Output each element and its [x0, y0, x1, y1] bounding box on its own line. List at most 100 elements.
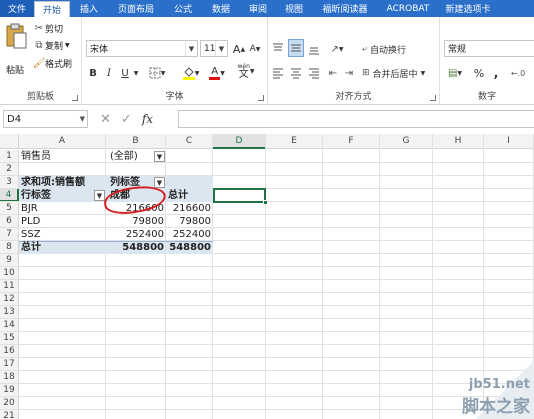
bold-button[interactable]: B [86, 64, 100, 82]
align-top-icon [273, 43, 283, 51]
watermark-name: 脚本之家 [462, 397, 530, 417]
insert-function-icon[interactable]: fx [142, 112, 153, 126]
cancel-icon[interactable]: ✕ [100, 112, 111, 127]
formula-input[interactable] [178, 110, 534, 128]
percent-style-button[interactable]: % [472, 64, 486, 82]
cell-C6[interactable]: 79800 [166, 215, 213, 228]
tab-new-tab[interactable]: 新建选项卡 [438, 0, 498, 17]
column-header-i[interactable]: I [484, 134, 534, 149]
watermark-site: jb51.net [468, 377, 530, 392]
column-header-f[interactable]: F [323, 134, 380, 149]
cell-A6[interactable]: PLD [19, 215, 106, 228]
column-gridline [322, 134, 323, 419]
underline-dropdown[interactable]: ▼ [132, 64, 140, 82]
cell-C5[interactable]: 216600 [166, 202, 213, 215]
chevron-down-icon: ▼ [133, 69, 139, 77]
cell-A4[interactable]: 行标签 [19, 189, 106, 202]
increase-font-size-button[interactable]: A ▲ [232, 40, 246, 58]
ribbon-tab-bar: 文件 开始 插入 页面布局 公式 数据 审阅 视图 福昕阅读器 ACROBAT … [0, 0, 534, 17]
column-header-a[interactable]: A [19, 134, 106, 149]
column-header-b[interactable]: B [106, 134, 166, 149]
cell-A8[interactable]: 总计 [19, 241, 106, 254]
align-left-icon [273, 68, 283, 79]
fill-handle[interactable] [263, 200, 268, 205]
tab-home[interactable]: 开始 [34, 1, 70, 17]
orientation-button[interactable]: ↗ ▼ [326, 40, 348, 58]
align-bottom-button[interactable] [306, 40, 322, 58]
increase-indent-button[interactable]: ⇥ [342, 64, 356, 82]
font-name-select[interactable]: 宋体 ▼ [86, 40, 198, 57]
borders-button[interactable]: ▼ [146, 64, 168, 82]
italic-button[interactable]: I [102, 64, 116, 82]
format-painter-button[interactable]: 🖌 格式刷 [33, 57, 72, 70]
tab-review[interactable]: 审阅 [240, 0, 276, 17]
clipboard-group-label: 剪贴板 [26, 92, 54, 102]
font-launcher-icon[interactable] [258, 95, 264, 101]
row-gridline [0, 383, 534, 384]
row-gridline [0, 331, 534, 332]
active-cell-selection[interactable] [213, 188, 266, 203]
select-all-corner[interactable] [0, 134, 19, 149]
cell-C7[interactable]: 252400 [166, 228, 213, 241]
copy-button[interactable]: ⧉ 复制 ▼ [33, 39, 69, 52]
align-bottom-icon [309, 47, 319, 55]
tab-formulas[interactable]: 公式 [164, 0, 202, 17]
paste-button[interactable]: 粘贴 [4, 21, 28, 76]
formula-bar: D4 ▼ ✕ ✓ fx [0, 108, 534, 130]
font-size-select[interactable]: 11 ▼ [200, 40, 228, 57]
tab-insert[interactable]: 插入 [70, 0, 108, 17]
text-orientation-icon: ↗ [330, 43, 339, 55]
alignment-launcher-icon[interactable] [430, 95, 436, 101]
align-center-button[interactable] [288, 64, 304, 82]
column-header-c[interactable]: C [166, 134, 213, 149]
chevron-down-icon: ▼ [79, 115, 85, 123]
column-label-filter-icon[interactable]: ▼ [154, 177, 165, 188]
enter-icon[interactable]: ✓ [121, 112, 132, 127]
tab-foxit-reader[interactable]: 福昕阅读器 [312, 0, 378, 17]
outdent-icon: ⇤ [328, 67, 338, 79]
phonetic-guide-button[interactable]: wén 文 ▼ [234, 62, 258, 80]
align-left-button[interactable] [270, 64, 286, 82]
merge-center-button[interactable]: ⊞ 合并后居中 ▼ [362, 64, 438, 82]
cell-B7[interactable]: 252400 [106, 228, 166, 241]
row-header-21[interactable]: 21 [0, 410, 19, 419]
column-header-h[interactable]: H [433, 134, 484, 149]
tab-acrobat[interactable]: ACROBAT [378, 0, 438, 17]
align-right-button[interactable] [306, 64, 322, 82]
tab-data[interactable]: 数据 [202, 0, 240, 17]
align-top-button[interactable] [270, 40, 286, 58]
font-color-button[interactable]: A ▼ [206, 64, 228, 82]
column-header-g[interactable]: G [380, 134, 433, 149]
filter-dropdown-icon[interactable]: ▼ [154, 151, 165, 162]
wrap-text-button[interactable]: ⤶ 自动换行 [362, 40, 434, 58]
tab-view[interactable]: 视图 [276, 0, 312, 17]
column-header-d[interactable]: D [213, 134, 266, 149]
cell-A1[interactable]: 销售员 [19, 150, 106, 163]
tab-page-layout[interactable]: 页面布局 [108, 0, 164, 17]
underline-button[interactable]: U [118, 64, 132, 82]
cell-C8[interactable]: 548800 [166, 241, 213, 254]
clipboard-launcher-icon[interactable] [72, 95, 78, 101]
ribbon: 粘贴 ✂ 剪切 ⧉ 复制 ▼ 🖌 格式刷 剪贴板 宋体 ▼ 11 ▼ A ▲ A… [0, 17, 534, 105]
cell-C4[interactable]: 总计 [166, 189, 213, 202]
fill-color-button[interactable]: ▼ [180, 64, 202, 82]
align-middle-icon [291, 44, 301, 52]
tab-file[interactable]: 文件 [0, 0, 34, 17]
comma-style-button[interactable]: , [490, 64, 502, 82]
align-middle-button[interactable] [288, 39, 304, 57]
name-box[interactable]: D4 ▼ [3, 110, 88, 128]
decrease-indent-button[interactable]: ⇤ [326, 64, 340, 82]
cell-A7[interactable]: SSZ [19, 228, 106, 241]
row-label-filter-icon[interactable]: ▼ [94, 190, 105, 201]
cell-B8[interactable]: 548800 [106, 241, 166, 254]
cell-A5[interactable]: BJR [19, 202, 106, 215]
cell-B6[interactable]: 79800 [106, 215, 166, 228]
cell-A3[interactable]: 求和项:销售额 [19, 176, 106, 189]
column-header-e[interactable]: E [266, 134, 323, 149]
worksheet-grid[interactable]: ABCDEFGHI 1 2 3 4 5 6 7 8 9 10 11 12 13 14 15 16 17 18 19 2… [0, 134, 534, 419]
cut-button[interactable]: ✂ 剪切 [33, 22, 63, 35]
decrease-font-size-button[interactable]: A ▼ [248, 40, 262, 58]
accounting-format-button[interactable]: ▤ ▼ [444, 64, 466, 82]
number-format-select[interactable]: 常规 [444, 40, 534, 57]
increase-decimal-button[interactable]: ←.0 [506, 64, 530, 82]
